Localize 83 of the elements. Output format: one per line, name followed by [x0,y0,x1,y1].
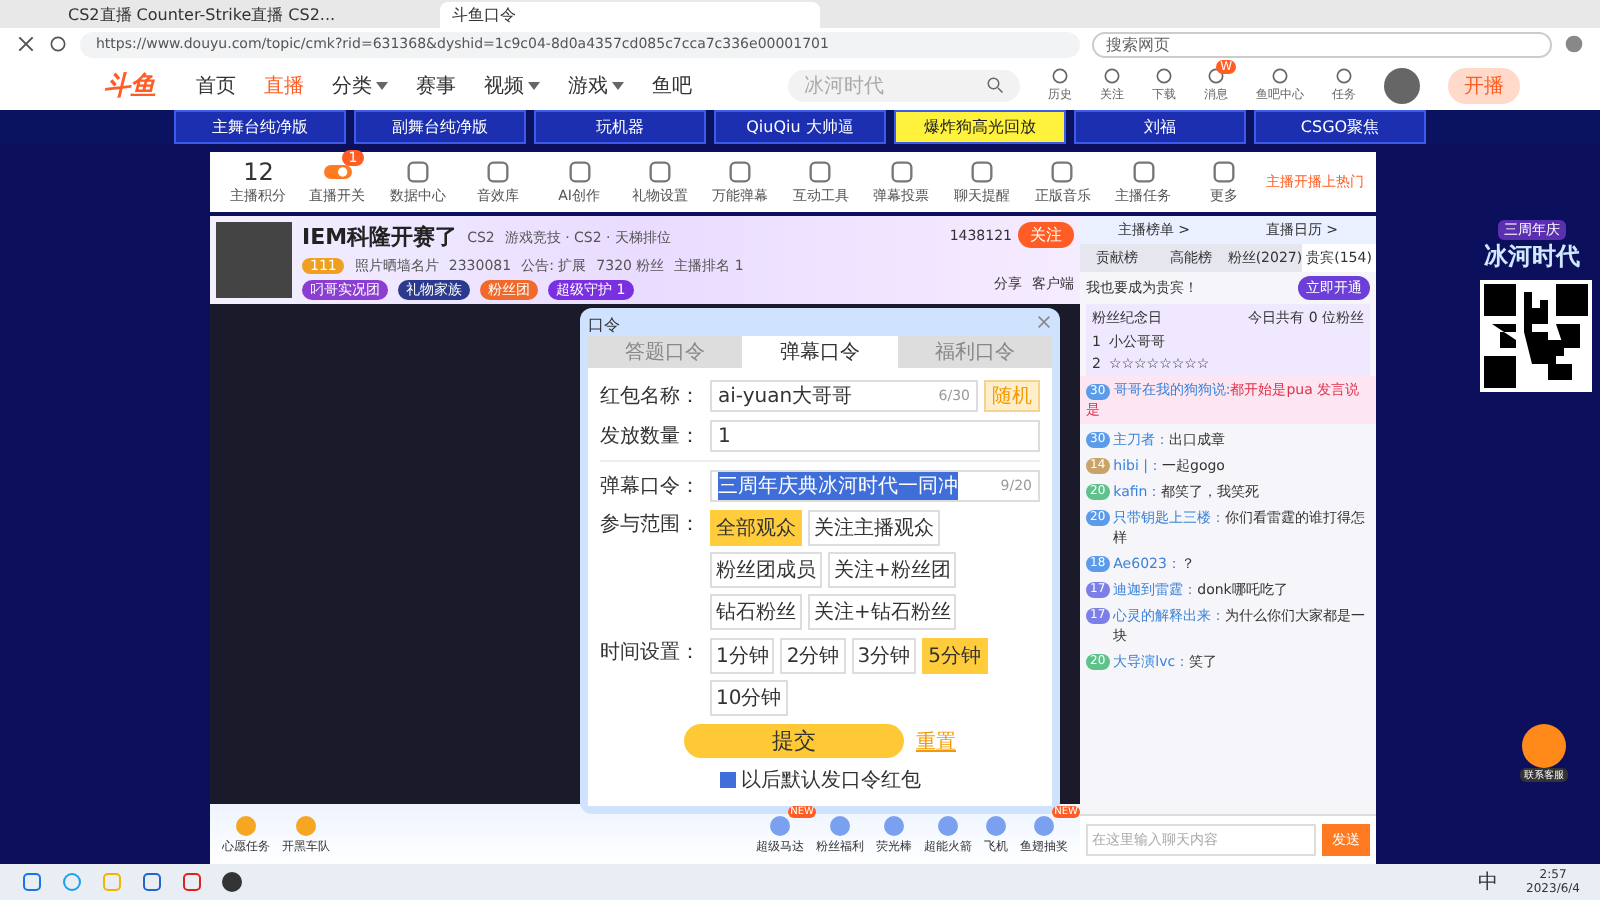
quantity-input-field[interactable]: 1 [710,420,1040,452]
header-icon [1102,66,1122,86]
caret-icon[interactable] [612,81,624,89]
stage-tab[interactable]: 爆炸狗高光回放 [894,110,1066,144]
ime-indicator[interactable]: 中 [1478,868,1499,896]
stage-tab[interactable]: 刘福 [1074,110,1246,144]
stage-tab[interactable]: 玩机器 [534,110,706,144]
tool-icon [806,158,835,186]
time-option[interactable]: 5分钟 [922,638,987,674]
stage-tab[interactable]: QiuQiu 大帅逼 [714,110,886,144]
taskbar-app-icon [60,870,84,894]
header-icon [1206,66,1226,86]
gift-icon [294,813,318,837]
scope-option[interactable]: 关注+钻石粉丝 [808,594,957,630]
tool-icon [484,158,513,186]
checkbox[interactable] [719,772,735,788]
dialog-tab[interactable]: 弹幕口令 [742,336,898,368]
field-label: 时间设置： [600,639,702,666]
dialog-title: 口令 [588,313,620,335]
time-option[interactable]: 10分钟 [710,680,788,716]
search-icon [986,76,1004,94]
tool-icon [403,158,432,186]
tool-icon [1209,158,1238,186]
tool-icon [645,158,674,186]
submit-button[interactable]: 提交 [684,724,904,758]
stage-tab[interactable]: CSGO聚焦 [1254,110,1426,144]
scope-option[interactable]: 关注+粉丝团 [828,552,957,588]
folder-icon [100,870,124,894]
caret-icon[interactable] [376,81,388,89]
tool-icon [1129,158,1158,186]
time-option[interactable]: 1分钟 [710,638,775,674]
taskbar-app-icon [140,870,164,894]
tool-icon [565,158,593,186]
gift-icon [1032,813,1056,837]
close-button[interactable] [1036,314,1052,334]
stage-tab[interactable]: 主舞台纯净版 [174,110,346,144]
tool-icon [726,158,755,186]
taskbar-app-icon [180,870,204,894]
taskbar-app-icon [220,870,244,894]
field-label: 红包名称： [600,384,702,410]
user-avatar[interactable] [1384,67,1420,103]
time-option[interactable]: 2分钟 [780,638,846,674]
start-icon [20,870,44,894]
refresh-icon [48,34,68,54]
tool-icon [1048,158,1077,186]
stage-tab[interactable]: 副舞台纯净版 [354,110,526,144]
header-icon [1270,66,1290,86]
time-option[interactable]: 3分钟 [851,638,917,674]
nav-link[interactable]: 首页 [196,71,236,99]
field-label: 弹幕口令： [600,473,702,500]
nav-link[interactable]: 游戏 [568,71,608,99]
close-icon [1036,314,1052,330]
qr-code-drawing [1480,280,1592,392]
room-title: IEM科隆开赛了 [302,222,458,252]
browser-search-field[interactable]: 搜索网页 [1092,31,1552,57]
gift-icon [768,813,792,837]
gift-icon [234,813,258,837]
scope-option[interactable]: 钻石粉丝 [710,594,802,630]
gift-icon [936,813,960,837]
scope-option[interactable]: 粉丝团成员 [710,552,822,588]
browser-tab[interactable]: 斗鱼口令 [440,2,820,28]
header-icon [1050,66,1070,86]
nav-link[interactable]: 分类 [332,71,372,99]
checkbox-label[interactable]: 以后默认发口令红包 [741,766,921,794]
gift-icon [828,813,852,837]
caret-icon[interactable] [528,81,540,89]
tool-icon [967,158,996,186]
brand-logo: 冰河时代 [1484,240,1580,274]
field-label: 参与范围： [600,511,702,538]
scope-option[interactable]: 关注主播观众 [808,510,940,546]
nav-link[interactable]: 赛事 [416,71,456,99]
header-icon [1334,66,1354,86]
header-icon [1154,66,1174,86]
profile-icon [1564,34,1584,54]
tool-icon [887,158,916,186]
gift-icon [984,813,1008,837]
scope-option[interactable]: 全部观众 [710,510,802,546]
nav-link[interactable]: 鱼吧 [652,71,692,99]
score-value: 12 [243,158,274,186]
gift-icon [882,813,906,837]
field-label: 发放数量： [600,424,702,450]
photo-placeholder [216,222,292,298]
nav-link[interactable]: 视频 [484,71,524,99]
